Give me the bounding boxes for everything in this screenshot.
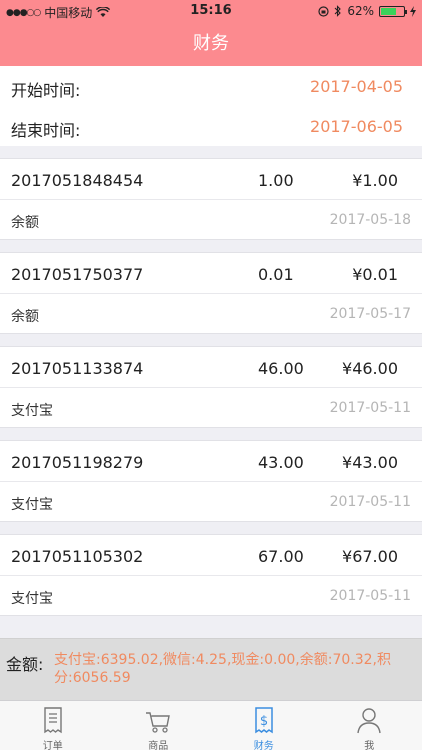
- record-qty: 46.00: [258, 359, 304, 378]
- nav-title: 财务: [0, 22, 422, 66]
- record-item[interactable]: 2017051105302 67.00 ¥67.00 支付宝 2017-05-1…: [0, 534, 422, 616]
- record-item[interactable]: 2017051133874 46.00 ¥46.00 支付宝 2017-05-1…: [0, 346, 422, 428]
- svg-text:$: $: [260, 714, 268, 729]
- record-footer: 支付宝 2017-05-11: [0, 482, 422, 522]
- record-qty: 67.00: [258, 547, 304, 566]
- record-qty: 1.00: [258, 171, 294, 190]
- status-bar: ●●●○○ 中国移动 15:16 62%: [0, 0, 422, 22]
- summary-label: 金额:: [6, 655, 44, 674]
- record-date: 2017-05-18: [329, 212, 411, 228]
- record-header: 2017051133874 46.00 ¥46.00: [0, 347, 422, 388]
- record-date: 2017-05-11: [329, 494, 411, 510]
- record-payment-method: 支付宝: [11, 497, 53, 513]
- record-date: 2017-05-11: [329, 400, 411, 416]
- tab-products-label: 商品: [148, 741, 169, 750]
- record-header: 2017051750377 0.01 ¥0.01: [0, 253, 422, 294]
- record-footer: 支付宝 2017-05-11: [0, 576, 422, 616]
- end-date-row[interactable]: 结束时间: 2017-06-05: [0, 106, 422, 146]
- record-payment-method: 余额: [11, 309, 39, 325]
- end-date-value[interactable]: 2017-06-05: [310, 117, 403, 136]
- battery-percent: 62%: [347, 4, 374, 18]
- record-order-no: 2017051750377: [11, 265, 144, 284]
- record-header: 2017051848454 1.00 ¥1.00: [0, 159, 422, 200]
- date-filter-panel: 开始时间: 2017-04-05 结束时间: 2017-06-05: [0, 66, 422, 146]
- record-date: 2017-05-11: [329, 588, 411, 604]
- charging-icon: [410, 5, 416, 17]
- record-order-no: 2017051133874: [11, 359, 144, 378]
- tab-bar: 订单 商品 $ 财务 我: [0, 700, 422, 750]
- record-payment-method: 支付宝: [11, 591, 53, 607]
- record-amount: ¥43.00: [342, 453, 398, 472]
- tab-orders-label: 订单: [42, 741, 63, 750]
- record-amount: ¥46.00: [342, 359, 398, 378]
- tab-finance[interactable]: $ 财务: [211, 701, 317, 750]
- finance-icon: $: [255, 707, 273, 734]
- record-item[interactable]: 2017051198279 43.00 ¥43.00 支付宝 2017-05-1…: [0, 440, 422, 522]
- start-date-value[interactable]: 2017-04-05: [310, 77, 403, 96]
- record-header: 2017051105302 67.00 ¥67.00: [0, 535, 422, 576]
- record-item[interactable]: 2017051750377 0.01 ¥0.01 余额 2017-05-17: [0, 252, 422, 334]
- rotation-lock-icon: [318, 5, 329, 17]
- record-footer: 余额 2017-05-17: [0, 294, 422, 334]
- tab-products[interactable]: 商品: [106, 701, 212, 750]
- record-footer: 支付宝 2017-05-11: [0, 388, 422, 428]
- user-icon: [357, 708, 381, 734]
- record-payment-method: 支付宝: [11, 403, 53, 419]
- receipt-icon: [44, 707, 62, 734]
- record-date: 2017-05-17: [329, 306, 411, 322]
- record-qty: 43.00: [258, 453, 304, 472]
- record-item[interactable]: 2017051848454 1.00 ¥1.00 余额 2017-05-18: [0, 158, 422, 240]
- record-payment-method: 余额: [11, 215, 39, 231]
- start-date-row[interactable]: 开始时间: 2017-04-05: [0, 66, 422, 106]
- total-summary: 金额: 支付宝:6395.02,微信:4.25,现金:0.00,余额:70.32…: [0, 638, 422, 700]
- record-order-no: 2017051848454: [11, 171, 144, 190]
- record-order-no: 2017051198279: [11, 453, 144, 472]
- tab-me[interactable]: 我: [317, 701, 422, 750]
- record-footer: 余额 2017-05-18: [0, 200, 422, 240]
- cart-icon: [146, 712, 171, 733]
- record-amount: ¥0.01: [352, 265, 398, 284]
- bluetooth-icon: [334, 5, 342, 17]
- record-qty: 0.01: [258, 265, 294, 284]
- tab-me-label: 我: [364, 741, 375, 750]
- start-date-label: 开始时间:: [11, 81, 81, 100]
- record-header: 2017051198279 43.00 ¥43.00: [0, 441, 422, 482]
- battery-fill: [381, 7, 396, 15]
- end-date-label: 结束时间:: [11, 121, 81, 140]
- record-amount: ¥67.00: [342, 547, 398, 566]
- battery-icon: [379, 5, 407, 17]
- summary-breakdown: 支付宝:6395.02,微信:4.25,现金:0.00,余额:70.32,积分:…: [54, 652, 391, 686]
- record-order-no: 2017051105302: [11, 547, 144, 566]
- status-right: 62%: [318, 4, 416, 18]
- record-amount: ¥1.00: [352, 171, 398, 190]
- tab-finance-label: 财务: [253, 741, 274, 750]
- tab-orders[interactable]: 订单: [0, 701, 106, 750]
